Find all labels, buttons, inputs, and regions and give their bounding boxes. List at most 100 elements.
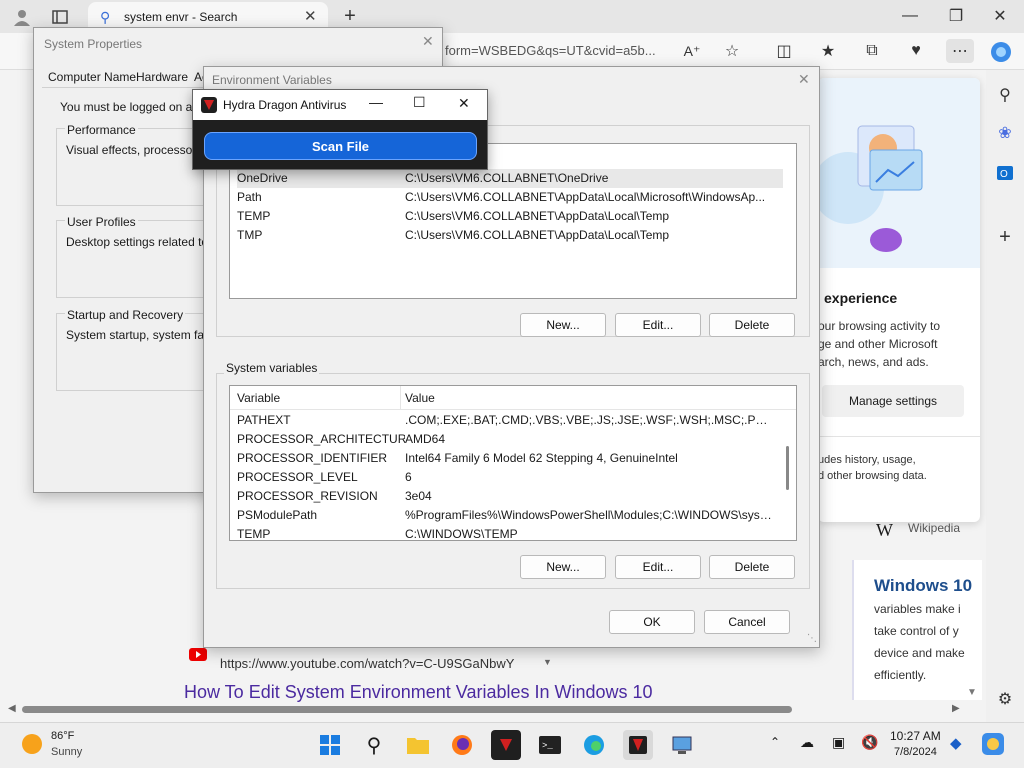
- windows-info-card: Windows 10 variables make i take control…: [852, 560, 982, 700]
- logon-note: You must be logged on as a: [60, 100, 209, 114]
- user-edit-button[interactable]: Edit...: [615, 313, 701, 337]
- table-row[interactable]: PROCESSOR_IDENTIFIER Intel64 Family 6 Mo…: [237, 449, 777, 468]
- header-divider: [400, 386, 401, 410]
- system-list-scrollbar[interactable]: [786, 446, 789, 490]
- manage-settings-button[interactable]: Manage settings: [822, 385, 964, 417]
- minimize-icon[interactable]: —: [898, 4, 922, 28]
- system-edit-button[interactable]: Edit...: [615, 555, 701, 579]
- copilot-taskbar-icon[interactable]: [982, 733, 1004, 755]
- outlook-icon[interactable]: O: [992, 160, 1018, 186]
- clock-date[interactable]: 7/8/2024: [894, 746, 937, 758]
- edge-sidebar: ⚲ ❀ O + ⚙: [986, 70, 1024, 722]
- table-row[interactable]: PROCESSOR_ARCHITECTURE AMD64: [237, 430, 777, 449]
- table-row[interactable]: PROCESSOR_REVISION 3e04: [237, 487, 777, 506]
- table-row[interactable]: PROCESSOR_LEVEL 6: [237, 468, 777, 487]
- header-value[interactable]: Value: [405, 391, 435, 405]
- tab-computer-name[interactable]: Computer Name: [48, 70, 136, 84]
- favorites-icon[interactable]: ★: [816, 39, 840, 63]
- startup-recovery-group: Startup and Recovery System startup, sys…: [56, 308, 227, 391]
- network-icon[interactable]: ▣: [832, 734, 845, 751]
- profile-icon[interactable]: [10, 5, 34, 29]
- terminal-icon[interactable]: >_: [535, 730, 565, 760]
- tab-actions-icon[interactable]: [48, 5, 72, 29]
- clock-time[interactable]: 10:27 AM: [890, 729, 941, 743]
- collections-icon[interactable]: ⧉: [860, 39, 884, 63]
- taskbar-search-icon[interactable]: ⚲: [359, 730, 389, 760]
- network-offline-icon[interactable]: ☁: [800, 734, 814, 751]
- scrollbar-thumb[interactable]: [22, 706, 792, 713]
- close-tab-icon[interactable]: ✕: [304, 7, 317, 25]
- scan-file-button[interactable]: Scan File: [204, 132, 477, 160]
- start-icon[interactable]: [315, 730, 345, 760]
- volume-muted-icon[interactable]: 🔇: [861, 734, 878, 751]
- firefox-icon[interactable]: [447, 730, 477, 760]
- scroll-left-arrow-icon[interactable]: ◀: [8, 703, 16, 714]
- wikipedia-label[interactable]: Wikipedia: [908, 521, 960, 535]
- hydra-maximize-icon[interactable]: ☐: [413, 94, 426, 111]
- table-row[interactable]: Path C:\Users\VM6.COLLABNET\AppData\Loca…: [237, 188, 777, 207]
- read-aloud-icon[interactable]: A⁺: [680, 39, 704, 63]
- scroll-right-arrow-icon[interactable]: ▶: [952, 703, 960, 714]
- close-window-icon[interactable]: ✕: [988, 4, 1012, 28]
- performance-icon[interactable]: ♥: [904, 39, 928, 63]
- resize-grip-icon[interactable]: ⋱: [807, 633, 817, 644]
- privacy-note-1: udes history, usage,: [818, 454, 916, 466]
- edge-icon[interactable]: [579, 730, 609, 760]
- user-delete-button[interactable]: Delete: [709, 313, 795, 337]
- address-bar-text[interactable]: form=WSBEDG&qs=UT&cvid=a5b...: [445, 43, 656, 58]
- header-variable[interactable]: Variable: [237, 391, 280, 405]
- table-row[interactable]: OneDrive C:\Users\VM6.COLLABNET\OneDrive: [237, 169, 783, 188]
- hydra-titlebar: Hydra Dragon Antivirus — ☐ ✕: [193, 90, 487, 120]
- table-row[interactable]: PATHEXT .COM;.EXE;.BAT;.CMD;.VBS;.VBE;.J…: [237, 411, 777, 430]
- user-profiles-text: Desktop settings related to yo: [66, 235, 225, 249]
- split-screen-icon[interactable]: ◫: [772, 39, 796, 63]
- tab-hardware[interactable]: Hardware: [136, 70, 188, 84]
- result-url-chevron-icon[interactable]: ▼: [543, 657, 552, 667]
- system-delete-button[interactable]: Delete: [709, 555, 795, 579]
- favorite-star-icon[interactable]: ☆: [720, 39, 744, 63]
- horizontal-scrollbar[interactable]: ◀ ▶: [8, 703, 978, 715]
- svg-text:>_: >_: [542, 741, 553, 751]
- privacy-illustration: [812, 78, 980, 268]
- windows-card-line-3: device and make: [874, 646, 965, 660]
- hydra-taskbar-icon[interactable]: [491, 730, 521, 760]
- system-new-button[interactable]: New...: [520, 555, 606, 579]
- hydra-active-taskbar-icon[interactable]: [623, 730, 653, 760]
- table-row[interactable]: TEMP C:\Users\VM6.COLLABNET\AppData\Loca…: [237, 207, 777, 226]
- hydra-minimize-icon[interactable]: —: [369, 94, 383, 110]
- new-tab-icon[interactable]: +: [338, 4, 362, 28]
- table-row[interactable]: TMP C:\Users\VM6.COLLABNET\AppData\Local…: [237, 226, 777, 245]
- performance-text: Visual effects, processor sc: [66, 143, 212, 157]
- scroll-down-arrow-icon[interactable]: ▼: [964, 684, 980, 700]
- weather-sun-icon[interactable]: [22, 734, 42, 754]
- table-row[interactable]: PSModulePath %ProgramFiles%\WindowsPower…: [237, 506, 777, 525]
- sidebar-settings-icon[interactable]: ⚙: [990, 684, 1020, 714]
- system-variables-list[interactable]: Variable Value PATHEXT .COM;.EXE;.BAT;.C…: [229, 385, 797, 541]
- restore-icon[interactable]: ❐: [944, 4, 968, 28]
- windows-card-title[interactable]: Windows 10: [874, 576, 972, 596]
- more-menu-icon[interactable]: ⋯: [946, 39, 974, 63]
- ok-button[interactable]: OK: [609, 610, 695, 634]
- privacy-text-3: arch, news, and ads.: [818, 355, 929, 369]
- user-profiles-label: User Profiles: [65, 215, 138, 229]
- result-url[interactable]: https://www.youtube.com/watch?v=C-U9SGaN…: [220, 656, 514, 671]
- sidebar-add-icon[interactable]: +: [992, 224, 1018, 250]
- sidebar-copilot-icon[interactable]: ❀: [992, 120, 1018, 146]
- environment-variables-close-icon[interactable]: ✕: [798, 71, 810, 88]
- privacy-heading: experience: [824, 290, 898, 306]
- system-properties-taskbar-icon[interactable]: [667, 730, 697, 760]
- user-new-button[interactable]: New...: [520, 313, 606, 337]
- sidebar-search-icon[interactable]: ⚲: [992, 82, 1018, 108]
- notification-bell-icon[interactable]: ◆: [950, 734, 962, 752]
- hydra-close-icon[interactable]: ✕: [458, 95, 470, 112]
- weather-temp[interactable]: 86°F: [51, 730, 74, 742]
- file-explorer-icon[interactable]: [403, 730, 433, 760]
- copilot-icon[interactable]: [988, 39, 1014, 65]
- show-hidden-icons-chevron-icon[interactable]: ⌃: [770, 735, 780, 749]
- result-title-link[interactable]: How To Edit System Environment Variables…: [184, 682, 653, 703]
- search-icon: ⚲: [100, 9, 111, 25]
- system-properties-close-icon[interactable]: ✕: [422, 33, 434, 50]
- weather-desc[interactable]: Sunny: [51, 746, 82, 758]
- table-row[interactable]: TEMP C:\WINDOWS\TEMP: [237, 525, 777, 540]
- cancel-button[interactable]: Cancel: [704, 610, 790, 634]
